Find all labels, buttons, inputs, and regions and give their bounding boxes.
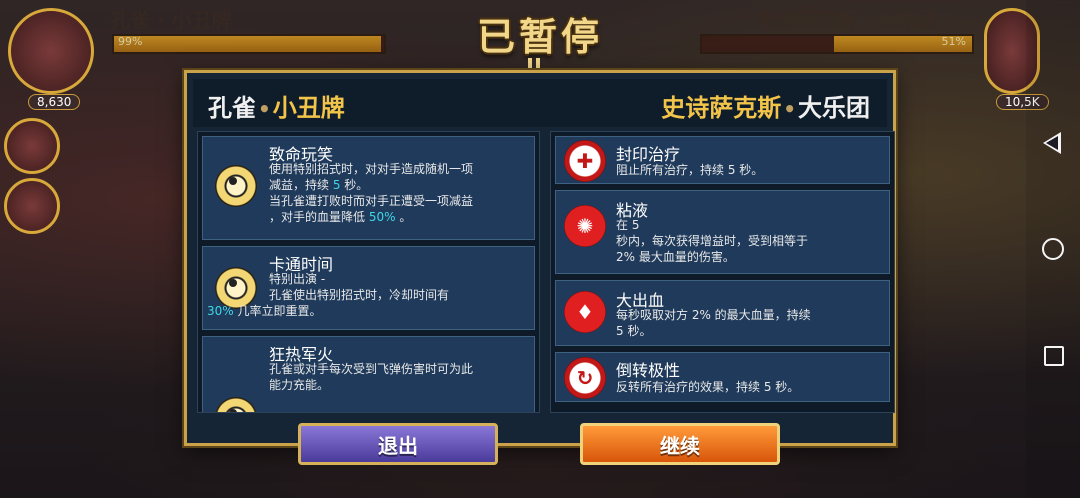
left-team-score: 8,630 [28,94,81,110]
home-icon[interactable] [1042,238,1064,260]
desc-line: 孔雀或对手每次受到飞弹伤害时可为此 [269,362,474,376]
desc-line: 特别出演 - [269,272,326,286]
left-reserve-portrait-2 [4,178,60,234]
ability-card-deadly-joke: 致命玩笑 使用特别招式时，对对手造成随机一项 减益，持续 5 秒。 当孔雀遭打败… [202,136,535,240]
ability-card-slime: ✺ 粘液 在 5 秒内，每次获得增益时，受到相等于 2% 最大血量的伤害。 [555,190,890,274]
ability-card-fanatic-arms: 狂热军火 孔雀或对手每次受到飞弹伤害时可为此 能力充能。 [202,336,535,412]
blood-drop-icon: ♦ [564,291,606,333]
ability-description: 孔雀或对手每次受到飞弹伤害时可为此 能力充能。 [269,361,531,393]
heal-block-icon: ✚ [564,140,606,182]
exit-button[interactable]: 退出 [298,423,498,465]
paused-title-text: 已暂停 [476,15,603,59]
ability-description: 使用特别招式时，对对手造成随机一项 减益，持续 5 秒。 当孔雀遭打败时而对手正… [269,161,531,225]
desc-line: 能力充能。 [269,378,330,392]
desc-line: 减益，持续 5 秒。 [269,178,369,192]
right-team-name: 史诗萨克斯 •大乐团 [661,94,870,122]
pause-icon [528,58,532,68]
desc-line: 每秒吸取对方 2% 的最大血量，持续 [616,308,811,322]
recents-icon[interactable] [1044,346,1064,366]
desc-line: 使用特别招式时，对对手造成随机一项 [269,162,474,176]
left-abilities-list[interactable]: 致命玩笑 使用特别招式时，对对手造成随机一项 减益，持续 5 秒。 当孔雀遭打败… [197,131,540,413]
desc-line: 秒内，每次获得增益时，受到相等于 [616,234,809,248]
ability-title: 倒转极性 [616,361,681,380]
ability-card-reverse-polarity: ↻ 倒转极性 反转所有治疗的效果，持续 5 秒。 [555,352,890,402]
desc-line: 当孔雀遭打败时而对手正遭受一项减益 [269,194,474,208]
back-icon[interactable] [1043,132,1061,154]
ability-description: 在 5 秒内，每次获得增益时，受到相等于 2% 最大血量的伤害。 [616,217,886,265]
ability-description: 每秒吸取对方 2% 的最大血量，持续 5 秒。 [616,307,886,339]
ability-card-bleed: ♦ 大出血 每秒吸取对方 2% 的最大血量，持续 5 秒。 [555,280,890,346]
desc-line: 2% 最大血量的伤害。 [616,250,735,264]
ability-card-seal-heal: ✚ 封印治疗 阻止所有治疗，持续 5 秒。 [555,136,890,184]
ability-description: 阻止所有治疗，持续 5 秒。 [616,163,764,177]
desc-line: 在 5 [616,218,640,232]
desc-line: ，对手的血量降低 50% 。 [269,210,412,224]
ability-card-cartoon-time: 卡通时间 特别出演 - 孔雀使出特别招式时，冷却时间有 30% 几率立即重置。 [202,246,535,330]
pause-panel: 致命玩笑 使用特别招式时，对对手造成随机一项 减益，持续 5 秒。 当孔雀遭打败… [184,70,896,446]
left-reserve-portrait-1 [4,118,60,174]
reverse-heal-icon: ↻ [564,357,606,399]
paused-title: 已暂停 [0,6,1080,68]
left-team-name: 孔雀 •小丑牌 [208,94,345,122]
eyeball-icon [215,397,257,412]
desc-line: 5 秒。 [616,324,652,338]
desc-line: 孔雀使出特别招式时，冷却时间有 [269,288,450,302]
ability-description: 特别出演 - 孔雀使出特别招式时，冷却时间有 30% 几率立即重置。 [207,271,531,319]
ability-description: 反转所有治疗的效果，持续 5 秒。 [616,380,800,394]
eyeball-icon [215,165,257,207]
abilities-columns: 致命玩笑 使用特别招式时，对对手造成随机一项 减益，持续 5 秒。 当孔雀遭打败… [193,131,895,413]
continue-button[interactable]: 继续 [580,423,780,465]
desc-line: 30% 几率立即重置。 [207,304,322,318]
right-abilities-list[interactable]: ✚ 封印治疗 阻止所有治疗，持续 5 秒。 ✺ 粘液 在 5 秒内，每次获得增益… [550,131,895,413]
slime-splat-icon: ✺ [564,205,606,247]
